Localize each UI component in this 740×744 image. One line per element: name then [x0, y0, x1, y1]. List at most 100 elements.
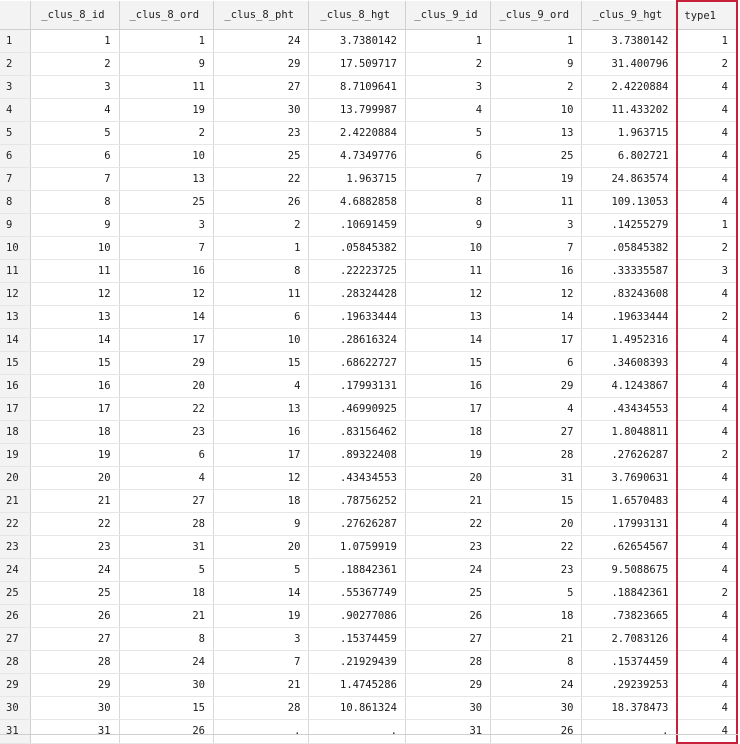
- data-cell[interactable]: 2.7083126: [581, 627, 678, 651]
- cell-type1[interactable]: 4: [676, 512, 738, 536]
- data-cell[interactable]: .17993131: [308, 374, 406, 398]
- data-cell[interactable]: 5: [490, 581, 583, 605]
- data-cell[interactable]: .27626287: [581, 443, 678, 467]
- data-cell[interactable]: 6: [405, 144, 492, 168]
- data-cell[interactable]: 23: [405, 535, 492, 559]
- data-cell[interactable]: 22: [30, 512, 120, 536]
- data-cell[interactable]: 19: [119, 98, 214, 122]
- data-cell[interactable]: 10: [213, 328, 310, 352]
- cell-type1[interactable]: 2: [676, 581, 738, 605]
- data-cell[interactable]: 1.4745286: [308, 673, 406, 697]
- data-cell[interactable]: .43434553: [308, 466, 406, 490]
- row-number[interactable]: 23: [0, 535, 32, 559]
- data-cell[interactable]: 18.378473: [581, 696, 678, 720]
- data-cell[interactable]: 2: [30, 52, 120, 76]
- cell-type1[interactable]: 2: [676, 52, 738, 76]
- data-cell[interactable]: 25: [213, 144, 310, 168]
- column-header[interactable]: _clus_9_id: [405, 1, 492, 30]
- row-number[interactable]: 30: [0, 696, 32, 720]
- data-cell[interactable]: 11: [30, 259, 120, 283]
- data-cell[interactable]: 25: [30, 581, 120, 605]
- data-cell[interactable]: 4: [30, 98, 120, 122]
- data-cell[interactable]: 2.4220884: [581, 75, 678, 99]
- data-cell[interactable]: 2: [405, 52, 492, 76]
- corner-cell[interactable]: [0, 1, 32, 30]
- data-cell[interactable]: 19: [405, 443, 492, 467]
- row-number[interactable]: 17: [0, 397, 32, 421]
- data-cell[interactable]: 4: [213, 374, 310, 398]
- cell-type1[interactable]: 4: [676, 121, 738, 145]
- data-cell[interactable]: .05845382: [308, 236, 406, 260]
- cell-type1[interactable]: 4: [676, 558, 738, 582]
- data-cell[interactable]: .18842361: [581, 581, 678, 605]
- cell-type1[interactable]: 4: [676, 75, 738, 99]
- data-cell[interactable]: .15374459: [308, 627, 406, 651]
- data-cell[interactable]: 28: [405, 650, 492, 674]
- data-cell[interactable]: 29: [213, 52, 310, 76]
- data-editor-grid[interactable]: _clus_8_id _clus_8_ord _clus_8_pht _clus…: [0, 0, 740, 744]
- row-number[interactable]: 18: [0, 420, 32, 444]
- data-cell[interactable]: 2: [119, 121, 214, 145]
- data-cell[interactable]: 19: [490, 167, 583, 191]
- data-cell[interactable]: 16: [30, 374, 120, 398]
- data-cell[interactable]: .14255279: [581, 213, 678, 237]
- data-cell[interactable]: .34608393: [581, 351, 678, 375]
- row-number[interactable]: 11: [0, 259, 32, 283]
- data-cell[interactable]: 1.0759919: [308, 535, 406, 559]
- data-cell[interactable]: .19633444: [308, 305, 406, 329]
- data-cell[interactable]: 18: [30, 420, 120, 444]
- data-cell[interactable]: 21: [213, 673, 310, 697]
- data-cell[interactable]: 4: [490, 397, 583, 421]
- data-cell[interactable]: 21: [30, 489, 120, 513]
- data-cell[interactable]: 28: [490, 443, 583, 467]
- data-cell[interactable]: 31: [490, 466, 583, 490]
- data-cell[interactable]: 4.6882858: [308, 190, 406, 214]
- data-cell[interactable]: 3.7690631: [581, 466, 678, 490]
- data-cell[interactable]: 17: [405, 397, 492, 421]
- data-cell[interactable]: 27: [490, 420, 583, 444]
- data-cell[interactable]: .29239253: [581, 673, 678, 697]
- data-cell[interactable]: 10: [30, 236, 120, 260]
- data-cell[interactable]: 12: [490, 282, 583, 306]
- data-cell[interactable]: 13: [30, 305, 120, 329]
- data-cell[interactable]: 17: [490, 328, 583, 352]
- data-cell[interactable]: 13: [213, 397, 310, 421]
- data-cell[interactable]: 18: [213, 489, 310, 513]
- row-number[interactable]: 5: [0, 121, 32, 145]
- data-cell[interactable]: 30: [405, 696, 492, 720]
- column-header[interactable]: _clus_8_id: [30, 1, 120, 30]
- data-cell[interactable]: 11: [213, 282, 310, 306]
- cell-type1[interactable]: 2: [676, 236, 738, 260]
- data-cell[interactable]: 18: [119, 581, 214, 605]
- row-number[interactable]: 2: [0, 52, 32, 76]
- data-cell[interactable]: 8: [490, 650, 583, 674]
- column-header[interactable]: _clus_8_ord: [119, 1, 214, 30]
- data-cell[interactable]: 7: [119, 236, 214, 260]
- cell-type1[interactable]: 4: [676, 144, 738, 168]
- data-cell[interactable]: 1: [30, 29, 120, 53]
- cell-type1[interactable]: 1: [676, 213, 738, 237]
- data-cell[interactable]: 5: [213, 558, 310, 582]
- data-cell[interactable]: 5: [30, 121, 120, 145]
- data-cell[interactable]: .18842361: [308, 558, 406, 582]
- cell-type1[interactable]: 4: [676, 535, 738, 559]
- data-cell[interactable]: 26: [490, 719, 583, 744]
- data-cell[interactable]: 29: [405, 673, 492, 697]
- data-cell[interactable]: 4: [119, 466, 214, 490]
- cell-type1[interactable]: 4: [676, 351, 738, 375]
- cell-type1[interactable]: 4: [676, 627, 738, 651]
- data-cell[interactable]: 4.1243867: [581, 374, 678, 398]
- data-cell[interactable]: 12: [30, 282, 120, 306]
- column-header-type1[interactable]: type1: [676, 0, 738, 30]
- data-cell[interactable]: 4.7349776: [308, 144, 406, 168]
- data-cell[interactable]: 25: [490, 144, 583, 168]
- data-cell[interactable]: 30: [30, 696, 120, 720]
- data-cell[interactable]: .10691459: [308, 213, 406, 237]
- row-number[interactable]: 4: [0, 98, 32, 122]
- data-cell[interactable]: 30: [119, 673, 214, 697]
- row-number[interactable]: 15: [0, 351, 32, 375]
- data-cell[interactable]: 10: [490, 98, 583, 122]
- data-cell[interactable]: 17: [213, 443, 310, 467]
- cell-type1[interactable]: 3: [676, 259, 738, 283]
- data-cell[interactable]: 2: [490, 75, 583, 99]
